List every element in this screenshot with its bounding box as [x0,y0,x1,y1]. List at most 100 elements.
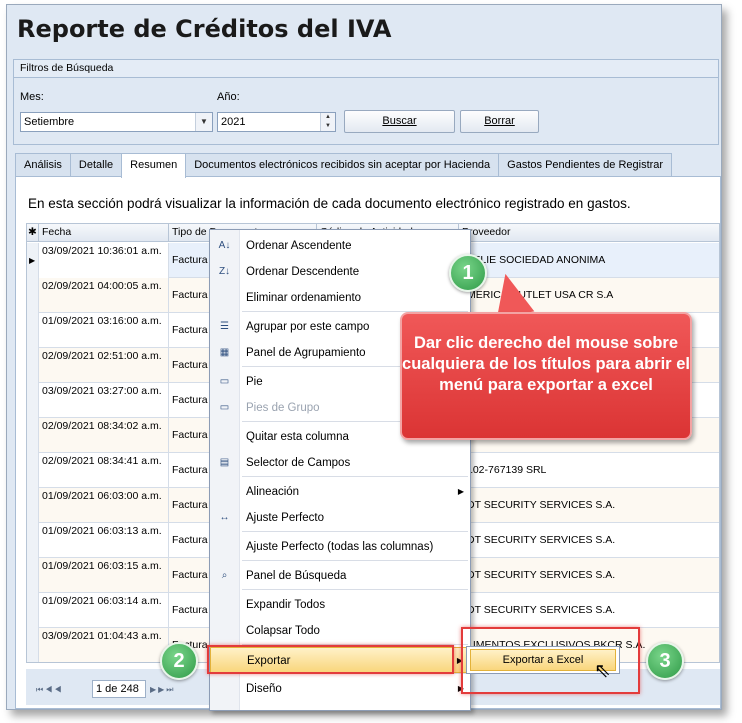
cell-fecha[interactable]: 01/09/2021 06:03:15 a.m. [39,558,169,593]
row-indicator[interactable] [27,383,39,418]
row-indicator[interactable] [27,278,39,313]
menu-item-label: Alineación [246,486,300,498]
month-value: Setiembre [24,116,75,128]
month-label: Mes: [20,91,44,103]
row-indicator[interactable] [27,488,39,523]
menu-item-colapsar-todo[interactable]: Colapsar Todo [210,618,470,644]
year-label: Año: [217,91,240,103]
cell-proveedor[interactable]: DT SECURITY SERVICES S.A. [459,593,719,628]
submenu-arrow-icon: ▶ [457,487,464,496]
cell-fecha[interactable]: 03/09/2021 10:36:01 a.m. [39,243,169,278]
column-header-fecha[interactable]: Fecha [39,224,169,242]
chevron-down-icon[interactable]: ▼ [195,113,212,131]
cell-fecha[interactable]: 02/09/2021 08:34:02 a.m. [39,418,169,453]
cell-fecha[interactable]: 03/09/2021 01:04:43 a.m. [39,628,169,662]
menu-item-label: Ajuste Perfecto (todas las columnas) [246,541,434,553]
cell-fecha[interactable]: 01/09/2021 06:03:00 a.m. [39,488,169,523]
step-2-badge: 2 [160,642,198,680]
cell-proveedor[interactable]: TELIE SOCIEDAD ANONIMA [459,243,719,278]
menu-item-label: Expandir Todos [246,599,326,611]
tab-detalle[interactable]: Detalle [69,153,123,176]
pager-next-last-icon[interactable]: ▶▶⏭ [150,685,176,695]
cell-proveedor[interactable]: 102-767139 SRL [459,453,719,488]
row-indicator[interactable]: ▶ [27,243,39,278]
column-header-proveedor[interactable]: Proveedor [459,224,719,242]
menu-item-label: Eliminar ordenamiento [246,292,362,304]
row-indicator[interactable] [27,593,39,628]
best-fit-icon: ↔ [219,512,230,523]
search-button[interactable]: Buscar [344,110,455,133]
sort-ascending-icon: A↓ [218,240,231,251]
asterisk-icon[interactable]: ✱ [27,224,39,242]
row-indicator[interactable] [27,313,39,348]
cell-fecha[interactable]: 01/09/2021 03:16:00 a.m. [39,313,169,348]
callout-pointer [489,270,535,318]
page-title: Reporte de Créditos del IVA [17,15,392,43]
menu-item-label: Ajuste Perfecto [246,512,324,524]
menu-separator [242,531,468,532]
menu-item-alineacion[interactable]: Alineación ▶ [210,479,470,505]
menu-separator [242,476,468,477]
menu-item-label: Ordenar Ascendente [246,240,352,252]
menu-item-panel-de-busqueda[interactable]: ⌕ Panel de Búsqueda [210,563,470,589]
menu-item-diseno[interactable]: Diseño ▶ [210,676,470,702]
menu-item-label: Colapsar Todo [246,625,320,637]
tab-resumen[interactable]: Resumen [121,153,187,178]
cell-fecha[interactable]: 01/09/2021 06:03:13 a.m. [39,523,169,558]
tab-gastos-pendientes[interactable]: Gastos Pendientes de Registrar [498,153,673,176]
group-by-icon: ☰ [220,321,229,332]
clear-button[interactable]: Borrar [460,110,539,133]
menu-item-label: Quitar esta columna [246,431,349,443]
menu-item-eliminar-ordenamiento[interactable]: Eliminar ordenamiento [210,285,470,311]
menu-item-label: Diseño [246,683,282,695]
menu-item-ordenar-ascendente[interactable]: A↓ Ordenar Ascendente [210,233,470,259]
highlight-box-exportar [207,645,454,674]
filters-header: Filtros de Búsqueda [14,60,718,78]
row-indicator[interactable] [27,523,39,558]
tab-bar: Análisis Detalle Resumen Documentos elec… [15,153,673,178]
row-indicator[interactable] [27,418,39,453]
cell-fecha[interactable]: 02/09/2021 08:34:41 a.m. [39,453,169,488]
tab-documentos[interactable]: Documentos electrónicos recibidos sin ac… [185,153,500,176]
menu-item-expandir-todos[interactable]: Expandir Todos [210,592,470,618]
cell-proveedor[interactable]: DT SECURITY SERVICES S.A. [459,488,719,523]
menu-item-ajuste-perfecto-todas-las-columnas[interactable]: Ajuste Perfecto (todas las columnas) [210,534,470,560]
cell-fecha[interactable]: 01/09/2021 06:03:14 a.m. [39,593,169,628]
cell-fecha[interactable]: 03/09/2021 03:27:00 a.m. [39,383,169,418]
row-indicator[interactable] [27,453,39,488]
year-value: 2021 [221,116,246,128]
menu-item-label: Pie [246,376,263,388]
sort-descending-icon: Z↓ [218,266,231,277]
month-select[interactable]: Setiembre ▼ [20,112,213,132]
tab-analisis[interactable]: Análisis [15,153,71,176]
group-panel-icon: ▦ [219,347,230,358]
cell-proveedor[interactable]: DT SECURITY SERVICES S.A. [459,523,719,558]
menu-item-ajuste-perfecto[interactable]: ↔ Ajuste Perfecto [210,505,470,531]
spin-arrows-icon[interactable]: ▲ ▼ [320,113,335,131]
search-filters-panel: Filtros de Búsqueda Mes: Setiembre ▼ Año… [13,59,719,145]
row-indicator[interactable] [27,348,39,383]
menu-item-label: Selector de Campos [246,457,351,469]
row-indicator[interactable] [27,558,39,593]
year-spinner[interactable]: 2021 ▲ ▼ [217,112,336,132]
group-footer-icon: ▭ [219,402,230,413]
pager-first-prev-icon[interactable]: ⏮◀◀ [36,685,63,695]
menu-item-label: Panel de Búsqueda [246,570,347,582]
menu-item-label: Panel de Agrupamiento [246,347,366,359]
menu-separator [242,589,468,590]
column-context-menu: A↓ Ordenar Ascendente Z↓ Ordenar Descendent… [209,229,471,711]
menu-item-label: Ordenar Descendente [246,266,360,278]
footer-icon: ▭ [219,376,230,387]
menu-item-selector-de-campos[interactable]: ▤ Selector de Campos [210,450,470,476]
section-description: En esta sección podrá visualizar la info… [28,196,631,211]
step-3-badge: 3 [646,642,684,680]
current-row-icon: ▶ [29,256,36,265]
cell-proveedor[interactable]: DT SECURITY SERVICES S.A. [459,558,719,593]
menu-item-label: Pies de Grupo [246,402,320,414]
cell-fecha[interactable]: 02/09/2021 02:51:00 a.m. [39,348,169,383]
row-indicator[interactable] [27,628,39,662]
pager-page-field[interactable]: 1 de 248 [92,680,146,698]
menu-item-ordenar-descendente[interactable]: Z↓ Ordenar Descendente [210,259,470,285]
menu-separator [242,560,468,561]
cell-fecha[interactable]: 02/09/2021 04:00:05 a.m. [39,278,169,313]
